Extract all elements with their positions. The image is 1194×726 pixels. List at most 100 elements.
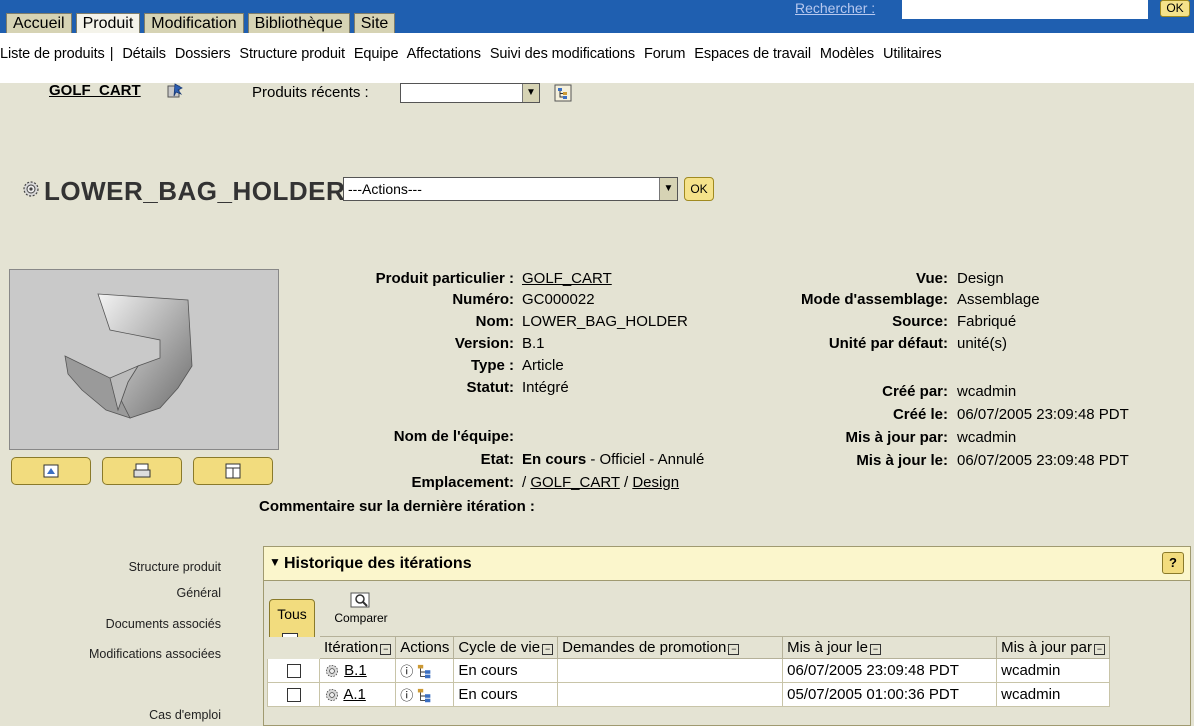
chevron-down-icon[interactable]: ▼	[522, 84, 539, 102]
attr-value-nom: LOWER_BAG_HOLDER	[522, 313, 688, 330]
subnav-modeles[interactable]: Modèles	[820, 46, 874, 62]
search-input[interactable]	[902, 0, 1148, 19]
state-others: - Officiel - Annulé	[586, 451, 705, 468]
part-gear-icon	[326, 689, 338, 702]
sort-icon[interactable]: −	[542, 644, 554, 655]
help-button[interactable]: ?	[1162, 552, 1184, 574]
subnav-espaces-travail[interactable]: Espaces de travail	[694, 46, 811, 62]
part-title: LOWER_BAG_HOLDER	[44, 176, 346, 206]
sort-icon[interactable]: −	[380, 644, 392, 655]
part-thumbnail[interactable]	[9, 269, 279, 450]
subnav-affectations[interactable]: Affectations	[407, 46, 481, 62]
row-checkbox[interactable]	[286, 664, 301, 679]
promotion-cell	[557, 658, 784, 683]
subnav-equipe[interactable]: Equipe	[354, 46, 399, 62]
subnav-separator: |	[109, 46, 114, 62]
header-iteration[interactable]: Itération −	[318, 636, 397, 659]
tab-site[interactable]: Site	[353, 13, 396, 33]
attr-label-mode-assemblage: Mode d'assemblage:	[801, 291, 948, 308]
top-tab-bar: Accueil Produit Modification Bibliothèqu…	[0, 0, 1194, 33]
search-ok-button[interactable]: OK	[1160, 0, 1190, 17]
attr-value-type: Article	[522, 357, 564, 374]
info-icon[interactable]: ⓘ	[400, 688, 413, 703]
attr-label-cree-le: Créé le:	[892, 406, 948, 423]
structure-icon[interactable]	[417, 664, 433, 680]
row-select-cell	[267, 658, 320, 683]
tab-bibliotheque[interactable]: Bibliothèque	[247, 13, 350, 33]
tab-produit[interactable]: Produit	[75, 13, 141, 33]
header-mis-a-jour-le[interactable]: Mis à jour le −	[782, 636, 998, 659]
location-link-golf-cart[interactable]: GOLF_CART	[530, 474, 619, 491]
side-link-cas-emploi[interactable]: Cas d'emploi	[149, 708, 221, 722]
iteration-link[interactable]: A.1	[343, 686, 366, 703]
actions-ok-button[interactable]: OK	[684, 177, 714, 201]
header-cycle-de-vie[interactable]: Cycle de vie −	[453, 636, 559, 659]
side-link-structure-produit[interactable]: Structure produit	[129, 560, 221, 574]
subnav-liste-produits[interactable]: Liste de produits	[0, 46, 105, 62]
subnav-links: Liste de produits | Détails Dossiers Stru…	[0, 46, 946, 62]
side-link-modifications-associees[interactable]: Modifications associées	[89, 647, 221, 661]
header-by-label: Mis à jour par	[1001, 639, 1092, 656]
sort-icon[interactable]: −	[1093, 644, 1105, 655]
subnav-suivi-modifications[interactable]: Suivi des modifications	[490, 46, 635, 62]
row-checkbox[interactable]	[286, 688, 301, 703]
structure-icon[interactable]	[417, 688, 433, 704]
attr-label-maj-par: Mis à jour par:	[845, 429, 948, 446]
promotion-cell	[557, 682, 784, 707]
subnav-utilitaires[interactable]: Utilitaires	[883, 46, 942, 62]
attr-label-version: Version:	[454, 335, 514, 352]
thumbnail-print-button[interactable]	[102, 457, 182, 485]
iterations-table: Itération − Actions Cycle de vie − Demande…	[267, 636, 1110, 707]
subnav-structure-produit[interactable]: Structure produit	[239, 46, 345, 62]
compare-magnifier-icon	[350, 592, 370, 608]
subnav-details[interactable]: Détails	[122, 46, 166, 62]
collapse-triangle-icon[interactable]: ▼	[269, 555, 281, 569]
header-updated-label: Mis à jour le	[787, 639, 868, 656]
iteration-link[interactable]: B.1	[344, 662, 367, 679]
actions-cell: ⓘ	[395, 658, 455, 683]
search-label[interactable]: Rechercher :	[795, 0, 875, 16]
updated-cell: 06/07/2005 23:09:48 PDT	[782, 658, 998, 683]
product-context-icon[interactable]	[166, 82, 184, 100]
compare-button[interactable]: Comparer	[320, 583, 402, 633]
sort-icon[interactable]: −	[728, 644, 740, 655]
subnav-forum[interactable]: Forum	[644, 46, 686, 62]
attr-value-maj-le: 06/07/2005 23:09:48 PDT	[957, 452, 1129, 469]
product-tree-icon[interactable]	[554, 84, 572, 102]
header-mis-a-jour-par[interactable]: Mis à jour par −	[996, 636, 1110, 659]
lifecycle-cell: En cours	[453, 682, 559, 707]
top-tabs: Accueil Produit Modification Bibliothèqu…	[6, 13, 396, 33]
chevron-down-icon[interactable]: ▼	[659, 178, 677, 200]
print-icon	[133, 463, 151, 478]
iterations-header[interactable]: ▼ Historique des itérations ?	[264, 547, 1190, 581]
attr-label-cree-par: Créé par:	[882, 383, 948, 400]
compare-label: Comparer	[334, 611, 388, 625]
attr-value-produit-particulier[interactable]: GOLF_CART	[522, 270, 612, 287]
part-3d-image	[64, 293, 193, 419]
iterations-panel: ▼ Historique des itérations ? Tous Compa…	[263, 546, 1191, 726]
attr-label-source: Source:	[892, 313, 948, 330]
product-subnav: Liste de produits | Détails Dossiers Stru…	[0, 33, 1194, 83]
thumbnail-open-button[interactable]	[193, 457, 273, 485]
header-promo-label: Demandes de promotion	[562, 639, 727, 656]
recent-products-select[interactable]: ▼	[400, 83, 540, 103]
attr-label-nom: Nom:	[475, 313, 514, 330]
part-gear-icon	[326, 665, 338, 678]
sort-icon[interactable]: −	[869, 644, 881, 655]
header-demandes-promotion[interactable]: Demandes de promotion −	[557, 636, 784, 659]
iterations-title: Historique des itérations	[284, 555, 472, 572]
tab-accueil[interactable]: Accueil	[6, 13, 72, 33]
attr-label-vue: Vue:	[916, 270, 948, 287]
attr-label-emplacement: Emplacement:	[411, 474, 514, 491]
thumbnail-view-button[interactable]	[11, 457, 91, 485]
tab-modification[interactable]: Modification	[144, 13, 244, 33]
location-link-design[interactable]: Design	[632, 474, 679, 491]
info-icon[interactable]: ⓘ	[400, 664, 413, 679]
attr-label-produit-particulier: Produit particulier :	[375, 270, 514, 287]
side-link-documents-associes[interactable]: Documents associés	[106, 617, 221, 631]
attr-value-source: Fabriqué	[957, 313, 1017, 330]
actions-select[interactable]: ---Actions--- ▼	[343, 177, 678, 201]
subnav-dossiers[interactable]: Dossiers	[175, 46, 231, 62]
side-link-general[interactable]: Général	[177, 586, 221, 600]
product-context-link[interactable]: GOLF_CART	[49, 82, 141, 99]
